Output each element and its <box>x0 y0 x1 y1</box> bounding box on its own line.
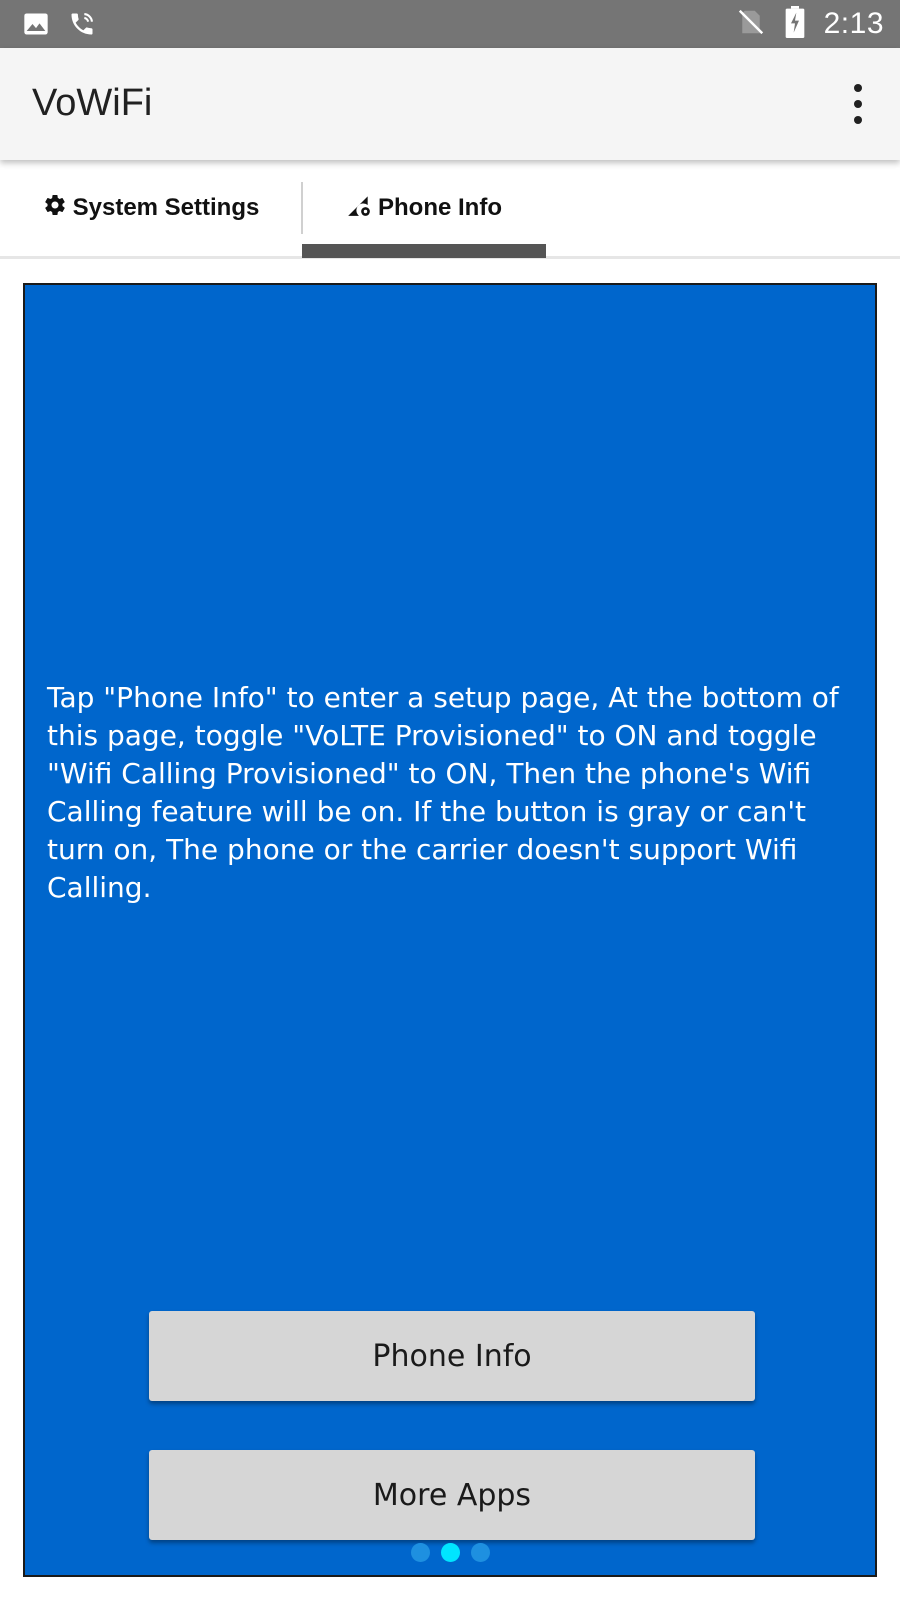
signal-settings-icon <box>346 192 372 225</box>
status-left-icons <box>22 10 96 43</box>
tab-bar: System Settings Phone Info <box>0 160 900 259</box>
instruction-panel: Tap "Phone Info" to enter a setup page, … <box>23 283 877 1577</box>
status-time: 2:13 <box>823 7 884 40</box>
battery-charging-icon <box>784 5 806 43</box>
page-indicator <box>411 1543 490 1562</box>
tab-label: Phone Info <box>378 194 502 221</box>
menu-dot <box>854 100 862 108</box>
page-dot-active[interactable] <box>441 1543 460 1562</box>
tab-selected-indicator <box>302 244 546 258</box>
more-vert-icon[interactable] <box>846 84 870 124</box>
tab-phone-info[interactable]: Phone Info <box>302 160 546 256</box>
menu-dot <box>854 84 862 92</box>
phone-info-button[interactable]: Phone Info <box>149 1311 755 1401</box>
more-apps-button[interactable]: More Apps <box>149 1450 755 1540</box>
no-sim-icon <box>736 7 766 42</box>
status-right-icons: 2:13 <box>736 5 884 43</box>
instructions-text: Tap "Phone Info" to enter a setup page, … <box>47 681 839 904</box>
tab-system-settings[interactable]: System Settings <box>0 160 302 256</box>
wifi-calling-icon <box>68 10 96 43</box>
gear-icon <box>43 193 67 224</box>
image-icon <box>22 10 50 43</box>
menu-dot <box>854 116 862 124</box>
page-dot[interactable] <box>471 1543 490 1562</box>
page-dot[interactable] <box>411 1543 430 1562</box>
status-bar: 2:13 <box>0 0 900 48</box>
app-title: VoWiFi <box>32 82 153 124</box>
app-bar: VoWiFi <box>0 48 900 160</box>
tab-label: System Settings <box>72 194 260 221</box>
